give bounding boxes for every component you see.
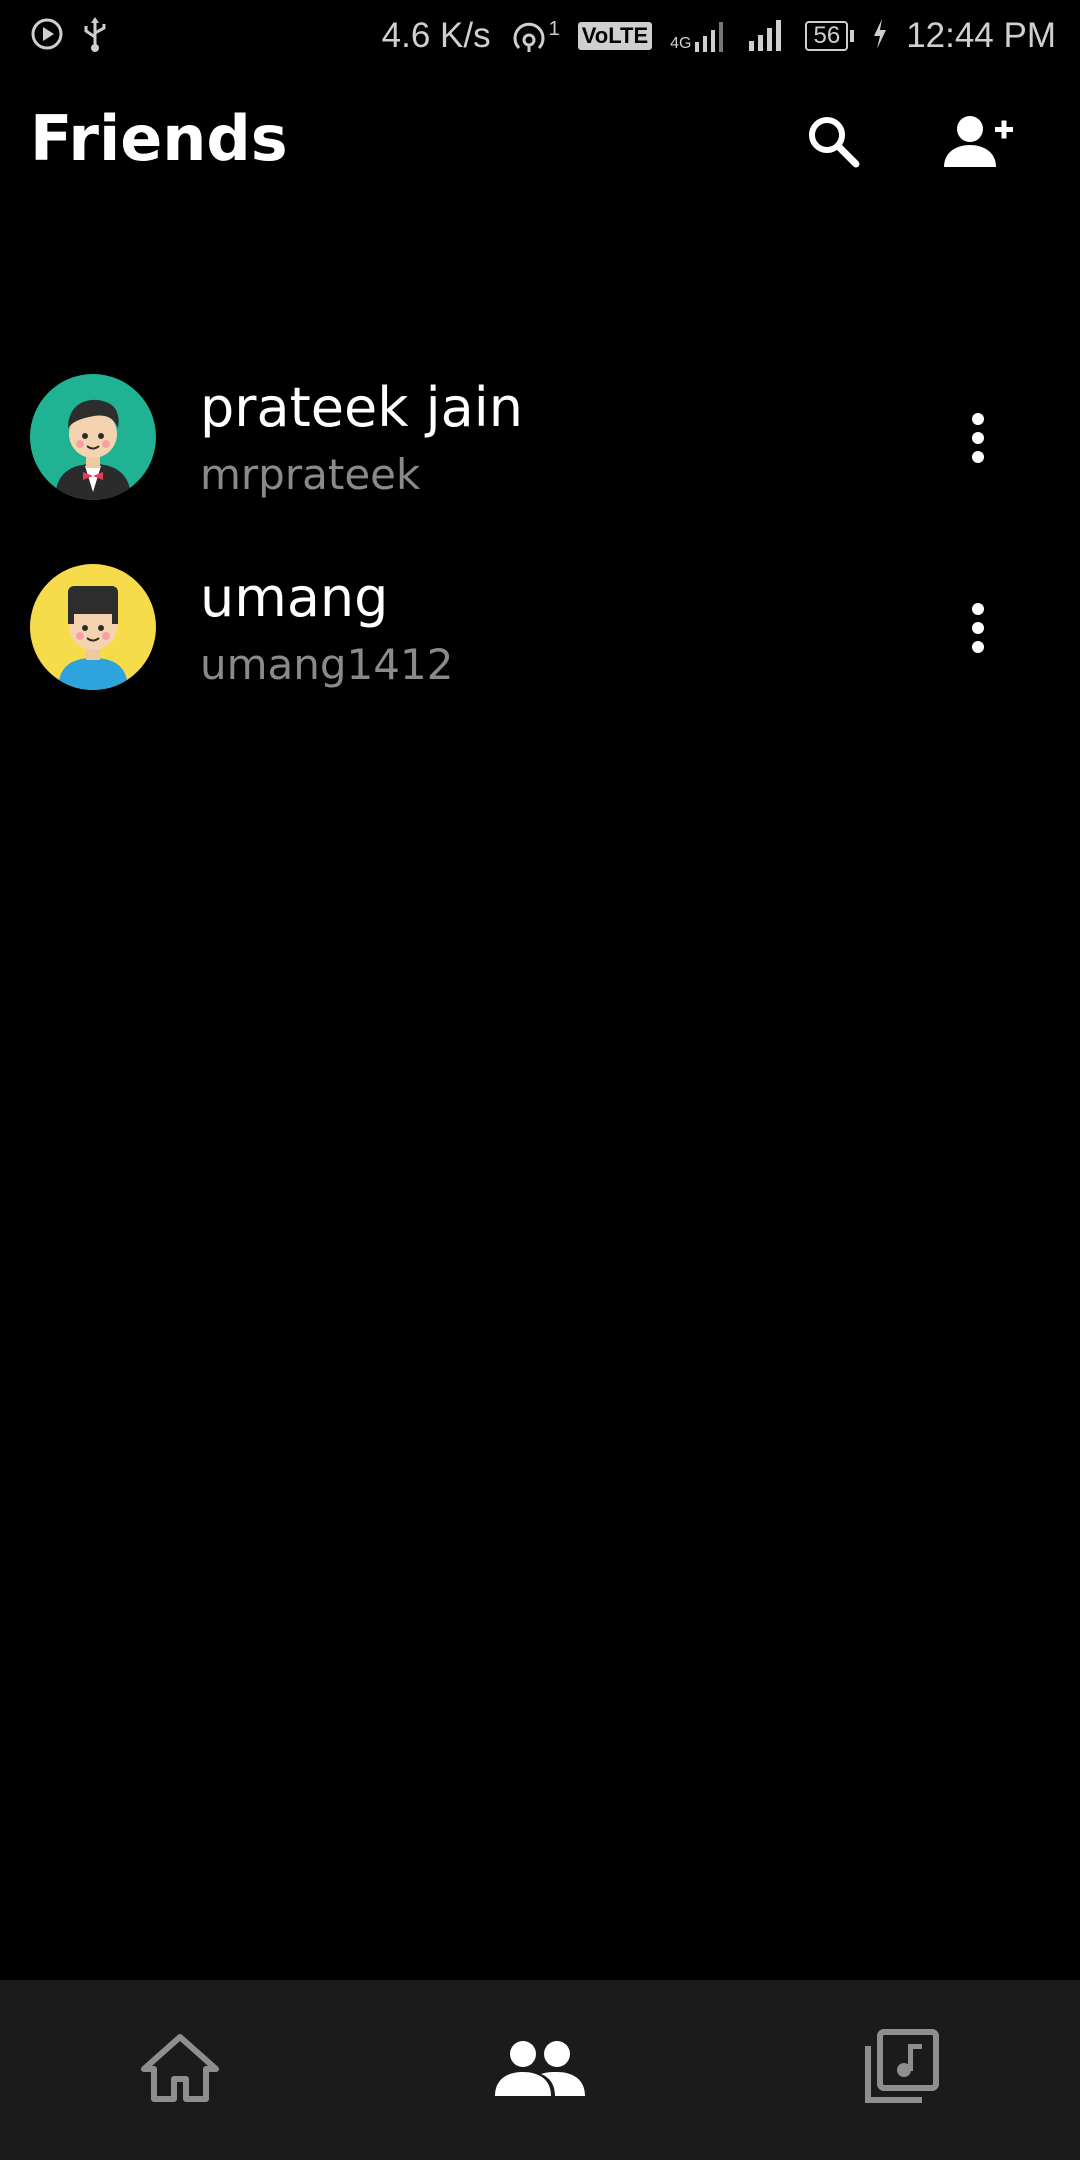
list-item-friend[interactable]: umang umang1412 — [0, 552, 1080, 742]
status-right: 4.6 K/s 1 VoLTE 4G 56 12:44 PM — [382, 16, 1056, 56]
friend-name: prateek jain — [200, 376, 523, 439]
more-vert-icon — [970, 602, 986, 658]
battery-icon: 56 — [805, 21, 855, 51]
friend-username: mrprateek — [200, 450, 421, 499]
add-person-icon — [940, 111, 1014, 175]
media-play-icon — [30, 17, 64, 55]
more-vert-icon — [970, 412, 986, 468]
charging-icon — [872, 19, 888, 53]
signal-4g-icon: 4G — [670, 20, 729, 52]
nav-music-library[interactable] — [820, 2000, 980, 2140]
avatar — [30, 564, 156, 690]
nav-home[interactable] — [100, 2000, 260, 2140]
signal-icon — [747, 17, 787, 55]
music-library-icon — [860, 2028, 940, 2112]
status-left — [30, 15, 108, 57]
volte-badge: VoLTE — [577, 22, 653, 50]
search-icon — [803, 111, 863, 175]
usb-icon — [82, 15, 108, 57]
hotspot-sup: 1 — [548, 18, 560, 40]
friend-username: umang1412 — [200, 640, 454, 689]
network-type: 4G — [670, 35, 692, 52]
friends-screen: 4.6 K/s 1 VoLTE 4G 56 12:44 PM Friends p… — [0, 0, 1080, 2160]
home-icon — [140, 2033, 220, 2107]
battery-level: 56 — [805, 21, 849, 51]
app-bar: Friends — [0, 72, 1080, 216]
friend-name: umang — [200, 566, 389, 629]
avatar — [30, 374, 156, 500]
hotspot-icon: 1 — [509, 18, 560, 54]
add-friend-button[interactable] — [932, 98, 1022, 188]
status-bar: 4.6 K/s 1 VoLTE 4G 56 12:44 PM — [0, 0, 1080, 72]
friend-list: prateek jain mrprateek umang umang1412 — [0, 362, 1080, 742]
friends-icon — [495, 2038, 585, 2102]
page-title: Friends — [30, 102, 288, 175]
more-options-button[interactable] — [950, 400, 1006, 480]
more-options-button[interactable] — [950, 590, 1006, 670]
list-item-friend[interactable]: prateek jain mrprateek — [0, 362, 1080, 552]
bottom-navigation — [0, 1980, 1080, 2160]
search-button[interactable] — [788, 98, 878, 188]
status-time: 12:44 PM — [906, 16, 1056, 55]
nav-friends[interactable] — [460, 2000, 620, 2140]
battery-tip — [850, 30, 855, 42]
net-speed: 4.6 K/s — [381, 16, 491, 55]
